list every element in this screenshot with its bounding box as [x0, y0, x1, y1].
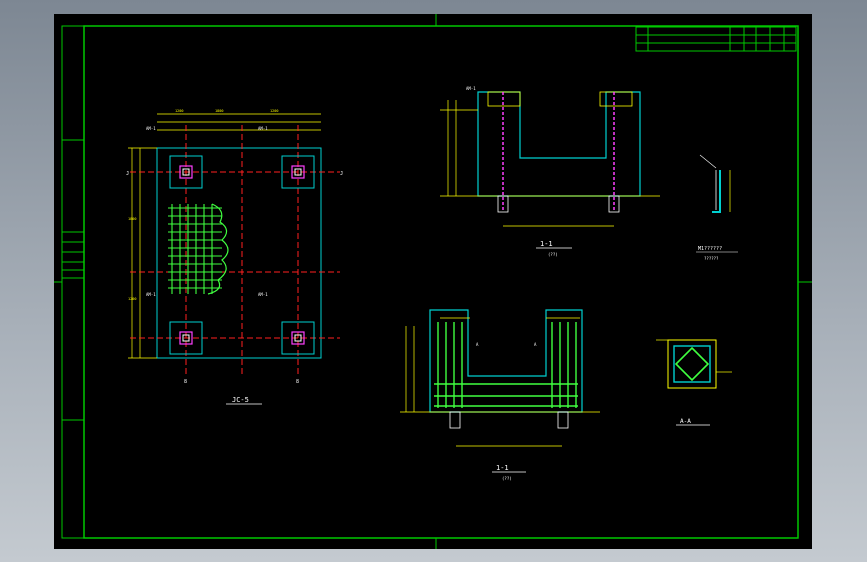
svg-text:1200: 1200	[175, 109, 183, 113]
plan-grid-label-right: J	[340, 171, 343, 177]
plan-anchor-label-1: AM-1	[146, 126, 156, 131]
section-top-anchor-label: AM-1	[466, 86, 476, 91]
detail-note-2: ??????	[704, 256, 719, 261]
section-top-subtitle: (??)	[548, 252, 558, 257]
svg-text:1200: 1200	[128, 297, 136, 301]
section-bottom-subtitle: (??)	[502, 476, 512, 481]
plan-anchor-label-4: AM-1	[258, 292, 268, 297]
svg-text:1200: 1200	[270, 109, 278, 113]
plan-grid-label-left: J	[126, 171, 129, 177]
section-top-title: 1-1	[540, 240, 553, 248]
plan-grid-label-8b: 8	[296, 379, 299, 385]
section-bottom-title: 1-1	[496, 464, 509, 472]
detail-aa-title: A-A	[680, 418, 691, 425]
svg-text:1800: 1800	[128, 217, 136, 221]
plan-anchor-label-2: AM-1	[258, 126, 268, 131]
plan-title: JC-5	[232, 396, 249, 404]
svg-text:1800: 1800	[215, 109, 223, 113]
plan-grid-label-8a: 8	[184, 379, 187, 385]
drawing-canvas	[54, 14, 812, 549]
detail-note: M1??????	[698, 246, 722, 252]
cad-drawing: 1200 1800 1200 1800 1200 AM-1 AM-1 AM-1 A…	[54, 14, 812, 549]
plan-anchor-label-3: AM-1	[146, 292, 156, 297]
